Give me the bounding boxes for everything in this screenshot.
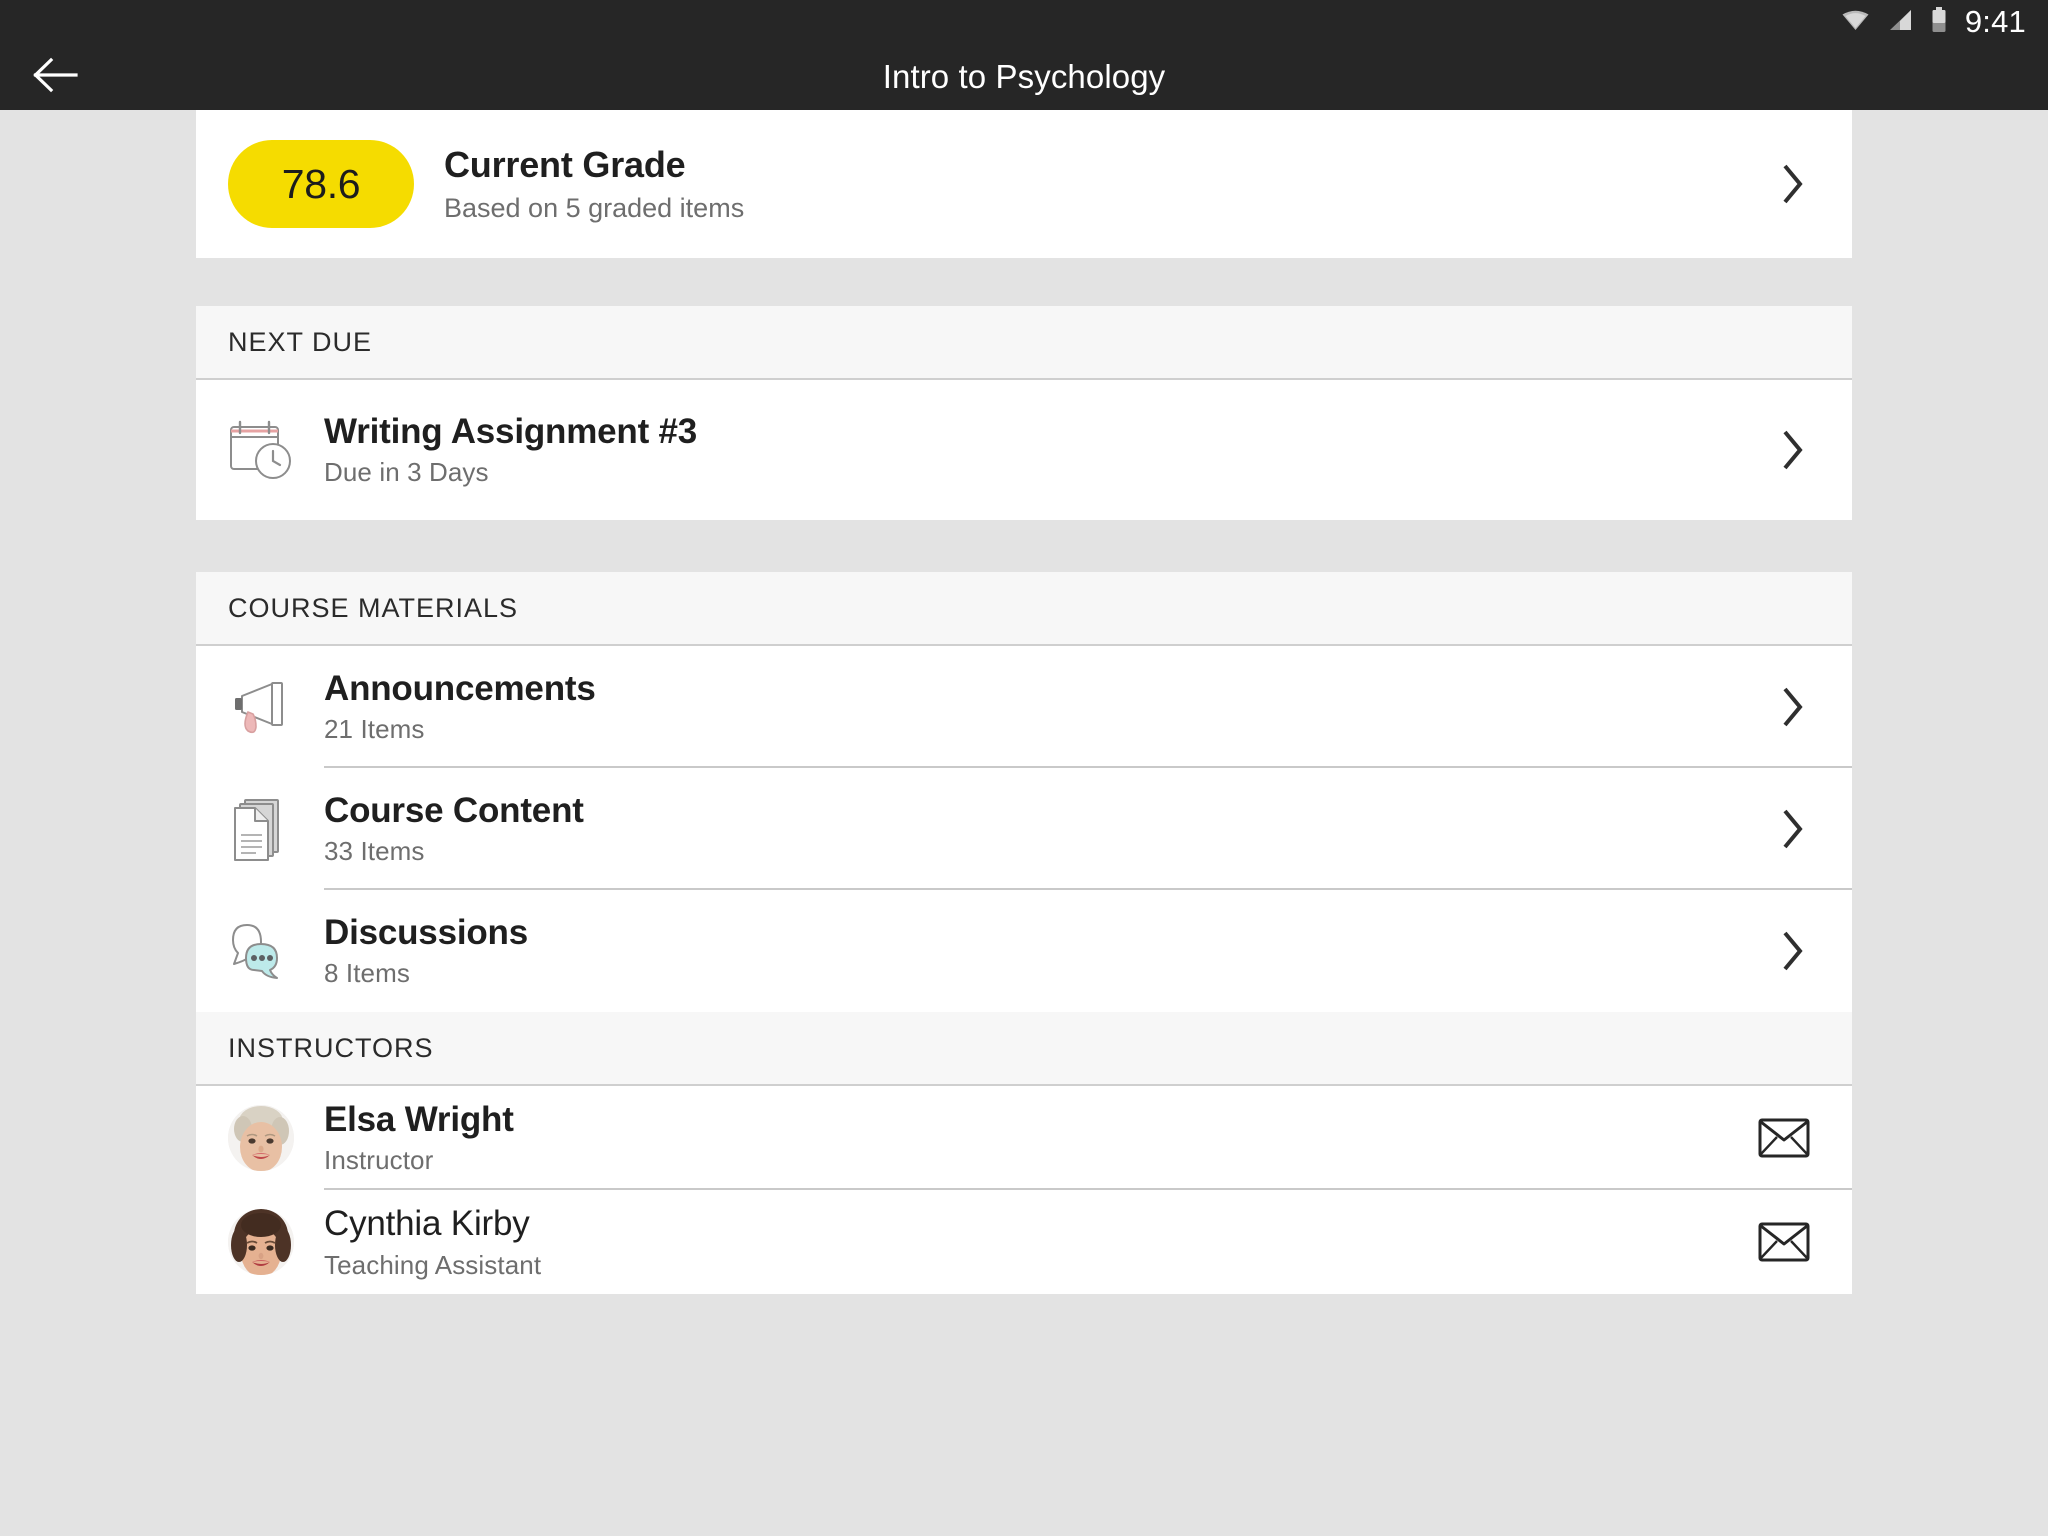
status-bar: 9:41 [0,0,2048,44]
section-header-label: NEXT DUE [228,326,373,357]
documents-icon [228,795,324,863]
status-bar-clock: 9:41 [1964,3,2026,39]
section-header-label: COURSE MATERIALS [228,592,519,623]
back-button[interactable] [22,44,88,110]
instructor-role: Teaching Assistant [324,1249,542,1280]
chevron-right-icon[interactable] [1770,807,1816,851]
grade-subtitle: Based on 5 graded items [444,193,745,223]
section-header-label: INSTRUCTORS [228,1032,434,1063]
app-bar: Intro to Psychology [0,44,2048,110]
megaphone-icon [228,674,324,740]
wifi-icon [1842,9,1869,36]
envelope-icon[interactable] [1752,1118,1816,1158]
speech-bubbles-icon [228,920,324,982]
section-header-instructors: INSTRUCTORS [196,1012,1852,1086]
course-materials-section: COURSE MATERIALS Announcements 21 Items [196,572,1852,1012]
chevron-right-icon[interactable] [1770,162,1816,206]
page-title: Intro to Psychology [882,58,1166,95]
chevron-right-icon[interactable] [1770,929,1816,973]
back-arrow-icon [32,57,78,98]
calendar-clock-icon [228,419,324,481]
battery-icon [1931,6,1947,38]
chevron-right-icon[interactable] [1770,428,1816,472]
cellular-signal-icon [1887,9,1913,36]
next-due-subtitle: Due in 3 Days [324,457,489,488]
section-header-next-due: NEXT DUE [196,306,1852,380]
avatar [228,1209,324,1275]
instructor-row[interactable]: Elsa Wright Instructor [196,1086,1852,1190]
course-detail-scroll[interactable]: 78.6 Current Grade Based on 5 graded ite… [0,110,2048,1536]
course-material-row-discussions[interactable]: Discussions 8 Items [196,890,1852,1012]
instructors-section: INSTRUCTORS Elsa Wright Instructor Cynth… [196,1012,1852,1294]
envelope-icon[interactable] [1752,1222,1816,1262]
grade-title: Current Grade [444,144,686,185]
next-due-item-row[interactable]: Writing Assignment #3 Due in 3 Days [196,380,1852,520]
instructor-row[interactable]: Cynthia Kirby Teaching Assistant [196,1190,1852,1294]
instructor-role: Instructor [324,1145,434,1176]
course-material-title: Course Content [324,790,584,830]
avatar [228,1105,324,1171]
course-material-title: Announcements [324,668,596,708]
course-material-row-course-content[interactable]: Course Content 33 Items [196,768,1852,890]
grade-badge: 78.6 [228,140,414,228]
course-material-subtitle: 33 Items [324,836,425,867]
course-material-title: Discussions [324,912,528,952]
next-due-title: Writing Assignment #3 [324,411,698,451]
grade-value: 78.6 [281,160,361,207]
next-due-section: NEXT DUE Writing Assignment #3 Due in 3 … [196,306,1852,520]
avatar-image [228,1209,294,1275]
chevron-right-icon[interactable] [1770,685,1816,729]
course-material-subtitle: 21 Items [324,714,425,745]
current-grade-row[interactable]: 78.6 Current Grade Based on 5 graded ite… [196,110,1852,258]
instructor-name: Elsa Wright [324,1099,514,1139]
course-material-subtitle: 8 Items [324,958,410,989]
instructor-name: Cynthia Kirby [324,1203,530,1243]
course-material-row-announcements[interactable]: Announcements 21 Items [196,646,1852,768]
avatar-image [228,1105,294,1171]
section-header-course-materials: COURSE MATERIALS [196,572,1852,646]
